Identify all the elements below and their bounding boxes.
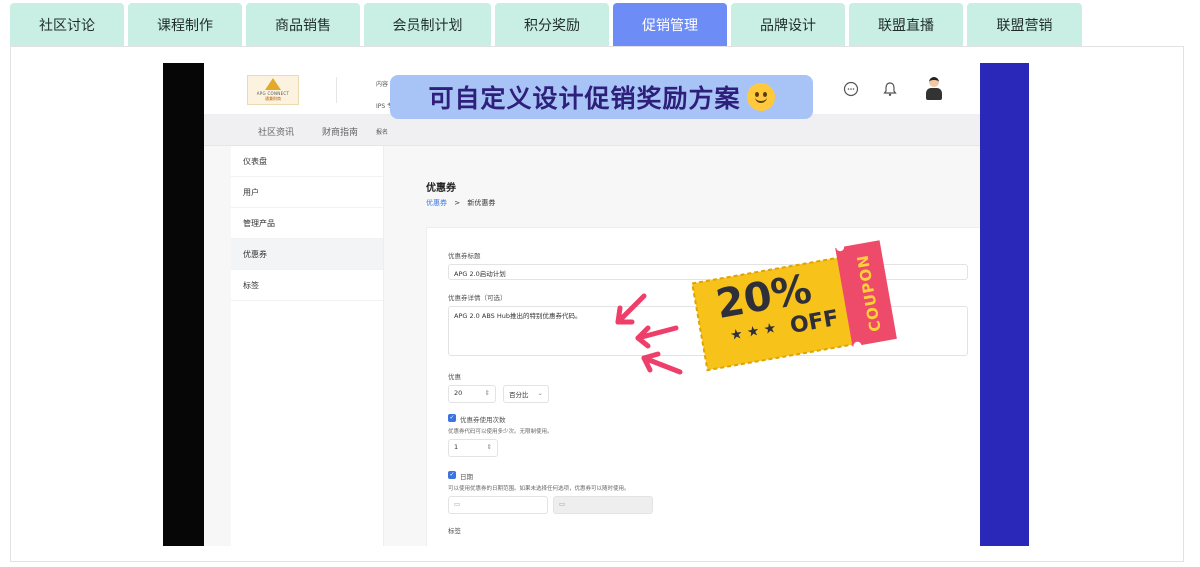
sidebar-item-coupons[interactable]: 优惠券 — [231, 239, 383, 270]
page-title: 优惠券 — [426, 183, 456, 194]
logo-subtext: 通兼财商 — [265, 96, 281, 101]
usage-note: 优惠券代码可以使用多少次。无限制使用。 — [448, 429, 553, 435]
video-right-bar — [980, 63, 1029, 546]
sidebar-item-products[interactable]: 管理产品 — [231, 208, 383, 239]
avatar[interactable] — [924, 77, 944, 101]
coupon-graphic: 20% ★ ★ ★ OFF COUPON — [690, 238, 900, 378]
app-logo: APG CONNECT 通兼财商 — [247, 75, 299, 105]
usage-value: 1 — [454, 443, 459, 451]
tab-course[interactable]: 课程制作 — [128, 3, 242, 47]
sidebar-item-tags[interactable]: 标签 — [231, 270, 383, 301]
tab-points[interactable]: 积分奖励 — [495, 3, 609, 47]
header-menu-item: 报名 — [376, 129, 389, 136]
tab-promotions[interactable]: 促销管理 — [613, 3, 727, 47]
usage-label: 优惠券使用次数 — [460, 416, 506, 424]
date-note: 可以使用优惠券的日期范围。如果未选择任何选项，优惠券可以随时使用。 — [448, 486, 630, 492]
smile-emoji-icon — [746, 83, 775, 111]
nav-item-news[interactable]: 社区资讯 — [258, 125, 294, 138]
tab-affiliate-marketing[interactable]: 联盟营销 — [967, 3, 1082, 47]
tab-branding[interactable]: 品牌设计 — [731, 3, 845, 47]
tags-label: 标签 — [448, 527, 461, 535]
app-sidebar: 仪表盘 用户 管理产品 优惠券 标签 — [231, 146, 384, 546]
breadcrumb-link[interactable]: 优惠券 — [426, 199, 447, 207]
top-tab-bar: 社区讨论 课程制作 商品销售 会员制计划 积分奖励 促销管理 品牌设计 联盟直播… — [10, 3, 1086, 47]
discount-input[interactable]: 20 ⇕ — [448, 385, 496, 403]
tab-products[interactable]: 商品销售 — [246, 3, 360, 47]
banner-text: 可自定义设计促销奖励方案 — [428, 84, 741, 113]
discount-unit: 百分比 — [509, 391, 529, 399]
breadcrumb-sep: > — [454, 199, 461, 207]
tab-affiliate-live[interactable]: 联盟直播 — [849, 3, 963, 47]
breadcrumb: 优惠券 > 新优惠券 — [426, 198, 495, 208]
nav-item-guide[interactable]: 财商指南 — [322, 125, 358, 138]
breadcrumb-current: 新优惠券 — [467, 199, 496, 207]
detail-label: 优惠券详情（可选） — [448, 294, 507, 302]
chevron-down-icon: ⌄ — [537, 389, 543, 397]
date-checkbox[interactable]: ✓ — [448, 471, 456, 479]
promo-banner: 可自定义设计促销奖励方案 — [390, 75, 813, 119]
sidebar-item-users[interactable]: 用户 — [231, 177, 383, 208]
date-label: 日期 — [460, 473, 473, 481]
stepper-icon: ⇕ — [484, 389, 490, 397]
tab-membership[interactable]: 会员制计划 — [364, 3, 491, 47]
video-left-bar — [163, 63, 204, 546]
discount-label: 优惠 — [448, 373, 461, 381]
usage-checkbox[interactable]: ✓ — [448, 414, 456, 422]
app-nav: 社区资讯 财商指南 报名 — [204, 115, 980, 146]
pointer-arrows-icon — [615, 293, 683, 375]
stepper-icon: ⇕ — [486, 443, 492, 451]
end-date-input[interactable]: ▭ — [553, 496, 653, 514]
usage-input[interactable]: 1 ⇕ — [448, 439, 498, 457]
title-label: 优惠券标题 — [448, 252, 481, 260]
bell-icon[interactable] — [881, 80, 899, 98]
header-menu-item: 内容 — [376, 81, 389, 88]
start-date-input[interactable]: ▭ — [448, 496, 548, 514]
tab-community[interactable]: 社区讨论 — [10, 3, 124, 47]
discount-value: 20 — [454, 389, 463, 397]
discount-unit-select[interactable]: 百分比 ⌄ — [503, 385, 549, 403]
chat-icon[interactable] — [842, 80, 860, 98]
sidebar-item-dashboard[interactable]: 仪表盘 — [231, 146, 383, 177]
